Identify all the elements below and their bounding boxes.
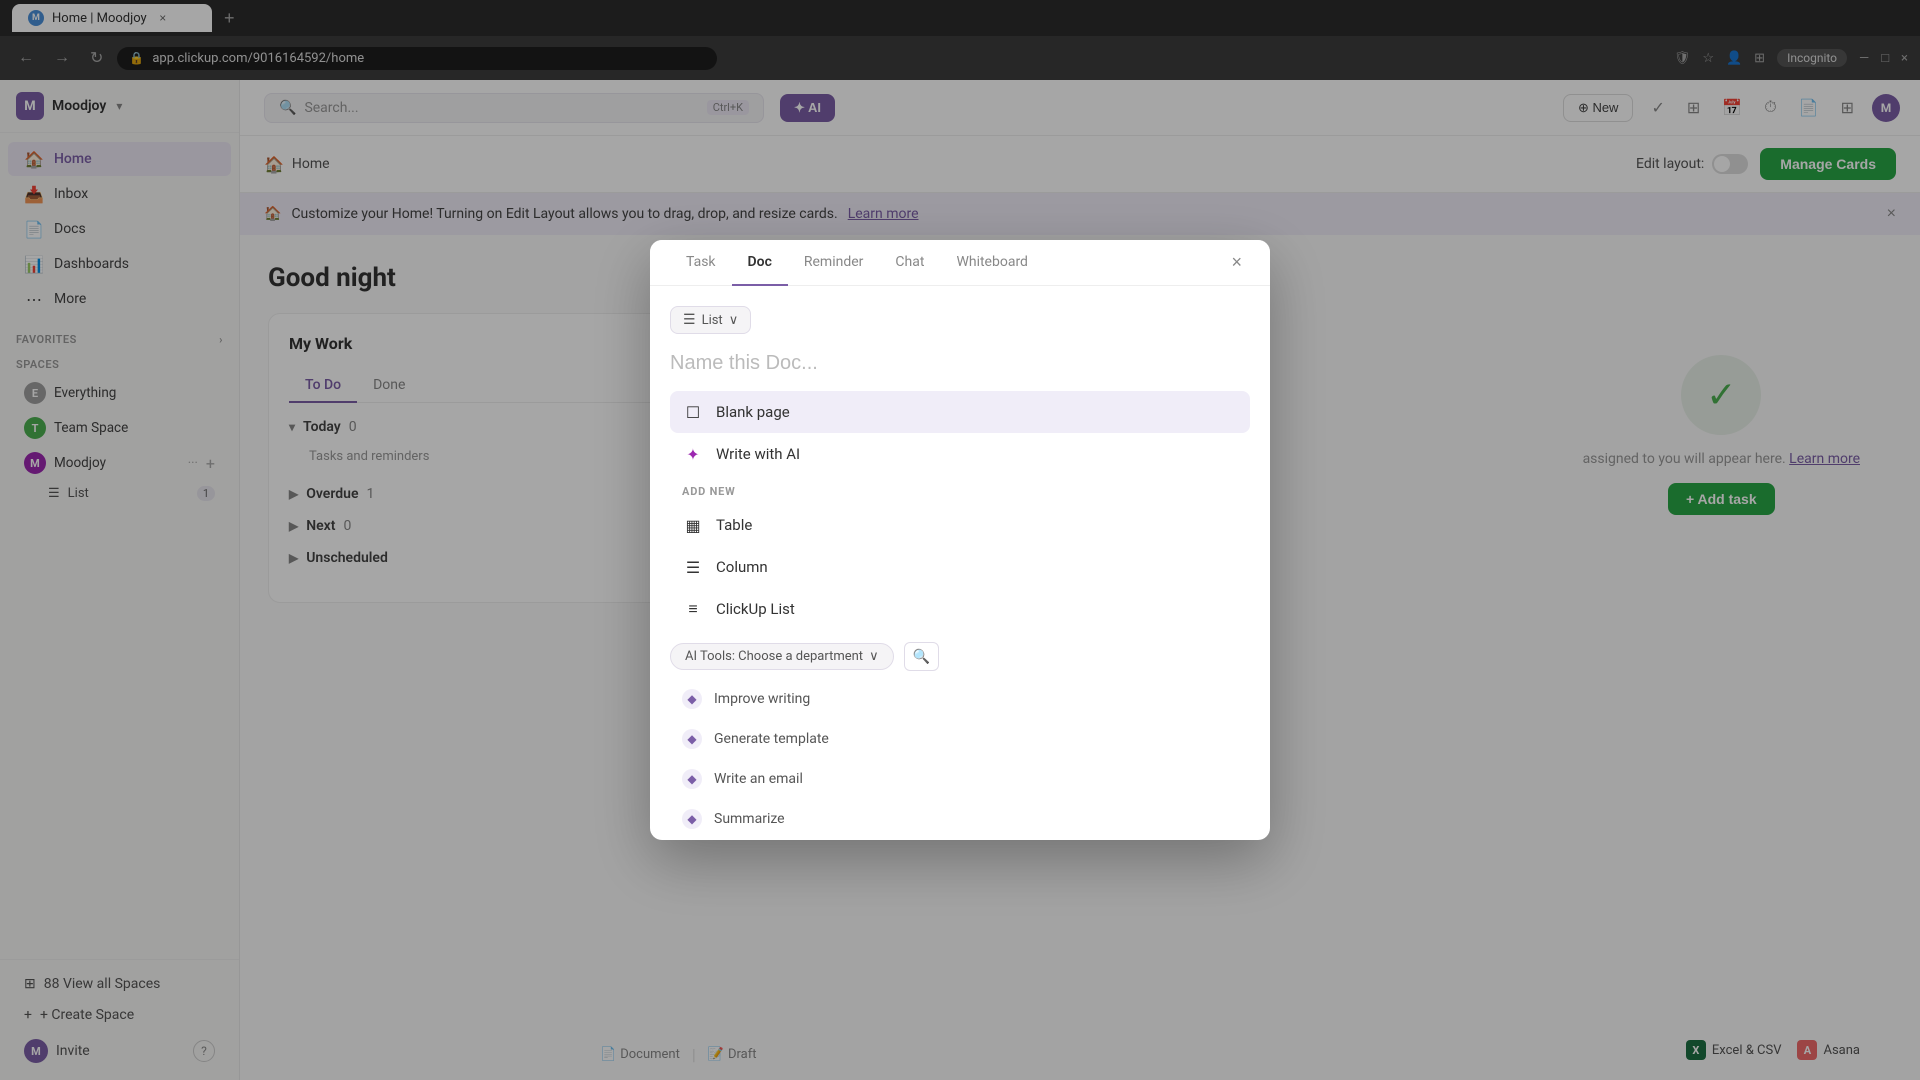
ai-search-button[interactable]: 🔍 [904, 642, 939, 671]
table-icon: ▦ [682, 514, 704, 536]
modal: Task Doc Reminder Chat Whiteboard × ☰ Li… [650, 240, 1270, 840]
write-email-label: Write an email [714, 771, 803, 787]
write-with-ai-option[interactable]: ✦ Write with AI [670, 433, 1250, 475]
modal-tab-reminder[interactable]: Reminder [788, 240, 880, 286]
modal-tab-task[interactable]: Task [670, 240, 732, 286]
blank-page-label: Blank page [716, 403, 790, 421]
column-icon: ☰ [682, 556, 704, 578]
table-label: Table [716, 516, 752, 534]
summarize-tool[interactable]: ◆ Summarize [670, 799, 1250, 839]
ai-dept-label: AI Tools: Choose a department [685, 649, 863, 664]
ai-tools-header: AI Tools: Choose a department ∨ 🔍 [670, 642, 1250, 671]
clickup-list-label: ClickUp List [716, 600, 795, 618]
modal-tabs-bar: Task Doc Reminder Chat Whiteboard × [650, 240, 1270, 286]
generate-template-label: Generate template [714, 731, 829, 747]
doc-name-input[interactable] [670, 348, 1250, 391]
table-with-data-tool[interactable]: ◆ Table with data [670, 839, 1250, 840]
summarize-icon: ◆ [682, 809, 702, 829]
improve-writing-tool[interactable]: ◆ Improve writing [670, 679, 1250, 719]
add-new-section-label: ADD NEW [670, 475, 1250, 504]
ai-dept-selector[interactable]: AI Tools: Choose a department ∨ [670, 643, 894, 670]
improve-writing-icon: ◆ [682, 689, 702, 709]
modal-tab-chat[interactable]: Chat [879, 240, 940, 286]
table-option[interactable]: ▦ Table [670, 504, 1250, 546]
improve-writing-label: Improve writing [714, 691, 810, 707]
write-with-ai-label: Write with AI [716, 445, 800, 463]
generate-template-icon: ◆ [682, 729, 702, 749]
blank-page-icon: ☐ [682, 401, 704, 423]
generate-template-tool[interactable]: ◆ Generate template [670, 719, 1250, 759]
column-option[interactable]: ☰ Column [670, 546, 1250, 588]
list-selector-icon: ☰ [683, 312, 696, 328]
modal-body: ☰ List ∨ ☐ Blank page ✦ Write with AI AD… [650, 286, 1270, 840]
clickup-list-option[interactable]: ≡ ClickUp List [670, 588, 1250, 630]
write-ai-icon: ✦ [682, 443, 704, 465]
ai-dept-chevron-icon: ∨ [869, 649, 879, 664]
modal-overlay[interactable]: Task Doc Reminder Chat Whiteboard × ☰ Li… [0, 0, 1920, 1080]
list-selector-label: List [702, 313, 723, 328]
write-email-icon: ◆ [682, 769, 702, 789]
column-label: Column [716, 558, 768, 576]
list-selector-chevron-icon: ∨ [729, 313, 739, 328]
list-selector[interactable]: ☰ List ∨ [670, 306, 751, 334]
modal-tab-whiteboard[interactable]: Whiteboard [940, 240, 1044, 286]
modal-close-button[interactable]: × [1223, 244, 1250, 281]
blank-page-option[interactable]: ☐ Blank page [670, 391, 1250, 433]
modal-tab-doc[interactable]: Doc [732, 240, 788, 286]
clickup-list-icon: ≡ [682, 598, 704, 620]
summarize-label: Summarize [714, 811, 785, 827]
write-email-tool[interactable]: ◆ Write an email [670, 759, 1250, 799]
